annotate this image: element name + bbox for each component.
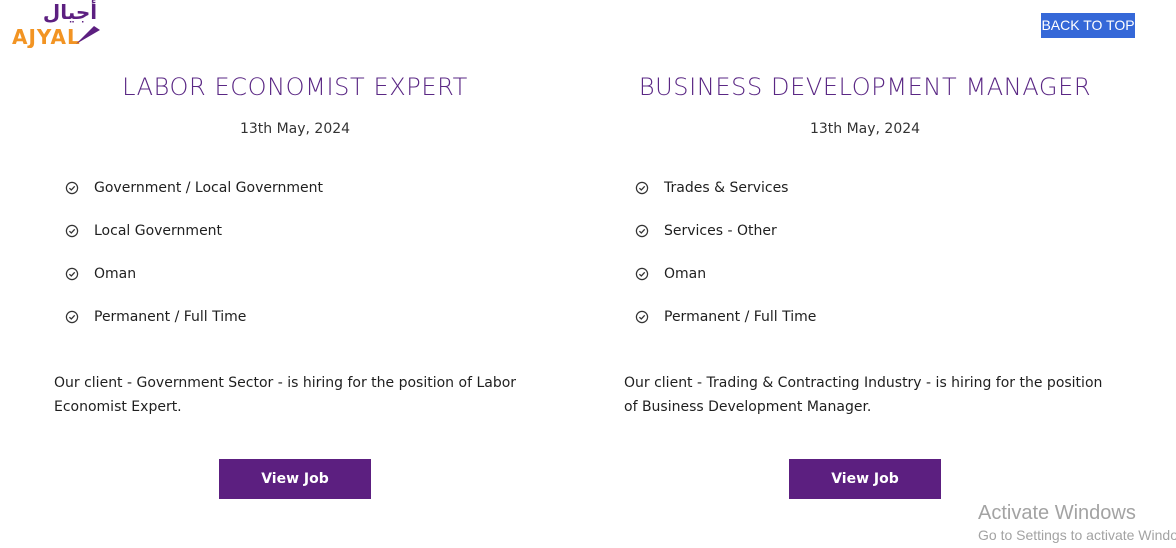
job-meta-label: Government / Local Government: [94, 180, 323, 196]
job-meta-label: Local Government: [94, 223, 223, 239]
job-meta-label: Permanent / Full Time: [94, 309, 247, 325]
job-meta-type: Permanent / Full Time: [635, 306, 816, 349]
job-meta-label: Oman: [94, 266, 137, 282]
job-meta-location: Oman: [65, 263, 323, 306]
check-circle-icon: [65, 267, 79, 281]
job-meta-category: Government / Local Government: [65, 177, 323, 220]
activate-windows-watermark: Activate Windows Go to Settings to activ…: [978, 501, 1176, 548]
check-circle-icon: [65, 310, 79, 324]
check-circle-icon: [635, 310, 649, 324]
job-meta-label: Oman: [664, 266, 707, 282]
job-meta-label: Trades & Services: [664, 180, 789, 196]
check-circle-icon: [635, 224, 649, 238]
job-meta-type: Permanent / Full Time: [65, 306, 323, 349]
check-circle-icon: [635, 181, 649, 195]
watermark-title: Activate Windows: [978, 502, 1136, 524]
check-circle-icon: [65, 181, 79, 195]
watermark-subtitle: Go to Settings to activate Windows.: [978, 527, 1176, 543]
job-meta-list: Government / Local Government Local Gove…: [65, 177, 323, 349]
job-meta-list: Trades & Services Services - Other Oman …: [635, 177, 816, 349]
view-job-button[interactable]: View Job: [789, 459, 941, 499]
check-circle-icon: [65, 224, 79, 238]
job-description: Our client - Trading & Contracting Indus…: [624, 375, 1103, 415]
job-meta-category: Trades & Services: [635, 177, 816, 220]
job-title[interactable]: BUSINESS DEVELOPMENT MANAGER: [580, 70, 1150, 104]
job-card-business-development: BUSINESS DEVELOPMENT MANAGER 13th May, 2…: [580, 0, 1150, 548]
job-meta-subcategory: Local Government: [65, 220, 323, 263]
job-description: Our client - Government Sector - is hiri…: [54, 375, 517, 415]
job-meta-location: Oman: [635, 263, 816, 306]
job-meta-subcategory: Services - Other: [635, 220, 816, 263]
job-meta-label: Services - Other: [664, 223, 777, 239]
job-date: 13th May, 2024: [239, 121, 351, 137]
job-card-labor-economist: LABOR ECONOMIST EXPERT 13th May, 2024 Go…: [10, 0, 580, 548]
check-circle-icon: [635, 267, 649, 281]
job-date: 13th May, 2024: [809, 121, 921, 137]
job-title[interactable]: LABOR ECONOMIST EXPERT: [10, 70, 580, 104]
job-meta-label: Permanent / Full Time: [664, 309, 817, 325]
view-job-button[interactable]: View Job: [219, 459, 371, 499]
